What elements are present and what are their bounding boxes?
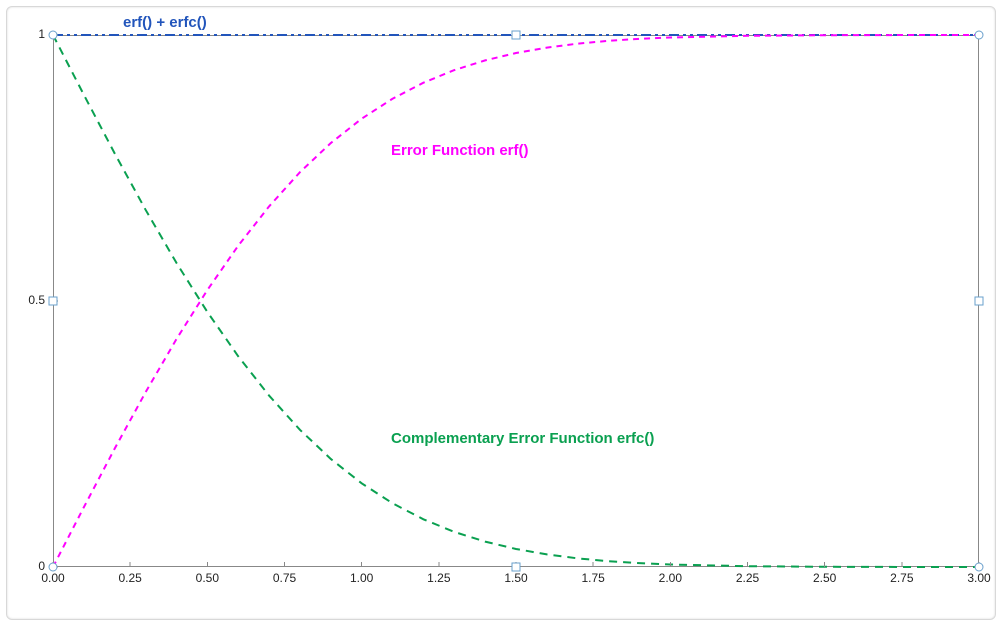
axis-border xyxy=(54,36,979,567)
x-tick-label: 2.75 xyxy=(890,571,914,585)
x-tick-label: 0.50 xyxy=(196,571,220,585)
handle-bl[interactable] xyxy=(49,563,57,571)
y-tick-label: 1 xyxy=(38,27,45,41)
y-tick-label: 0 xyxy=(38,559,45,573)
handle-br[interactable] xyxy=(975,563,983,571)
handle-tl[interactable] xyxy=(49,31,57,39)
plot-area: 0.000.250.500.751.001.251.501.752.002.25… xyxy=(53,35,979,567)
x-tick-label: 1.75 xyxy=(581,571,605,585)
x-tick-label: 2.00 xyxy=(659,571,683,585)
y-tick-label: 0.5 xyxy=(28,293,45,307)
annotation-sum: erf() + erfc() xyxy=(123,14,207,31)
annotation-erfc: Complementary Error Function erfc() xyxy=(391,430,654,447)
x-tick-label: 0.75 xyxy=(273,571,297,585)
annotation-erf: Error Function erf() xyxy=(391,142,529,159)
x-tick-label: 1.00 xyxy=(350,571,374,585)
chart-frame: 0.000.250.500.751.001.251.501.752.002.25… xyxy=(6,6,996,620)
x-tick-label: 1.25 xyxy=(427,571,451,585)
x-tick-label: 2.50 xyxy=(813,571,837,585)
handle-bottom[interactable] xyxy=(512,563,520,571)
series-erfc xyxy=(53,35,979,567)
x-tick-label: 2.25 xyxy=(736,571,760,585)
handle-tr[interactable] xyxy=(975,31,983,39)
handle-left[interactable] xyxy=(49,297,57,305)
handle-top[interactable] xyxy=(512,31,520,39)
series-erf xyxy=(53,35,979,567)
x-tick-label: 1.50 xyxy=(504,571,528,585)
x-tick-label: 0.25 xyxy=(118,571,142,585)
x-tick-label: 3.00 xyxy=(967,571,991,585)
handle-right[interactable] xyxy=(975,297,983,305)
chart-svg: 0.000.250.500.751.001.251.501.752.002.25… xyxy=(53,35,979,567)
